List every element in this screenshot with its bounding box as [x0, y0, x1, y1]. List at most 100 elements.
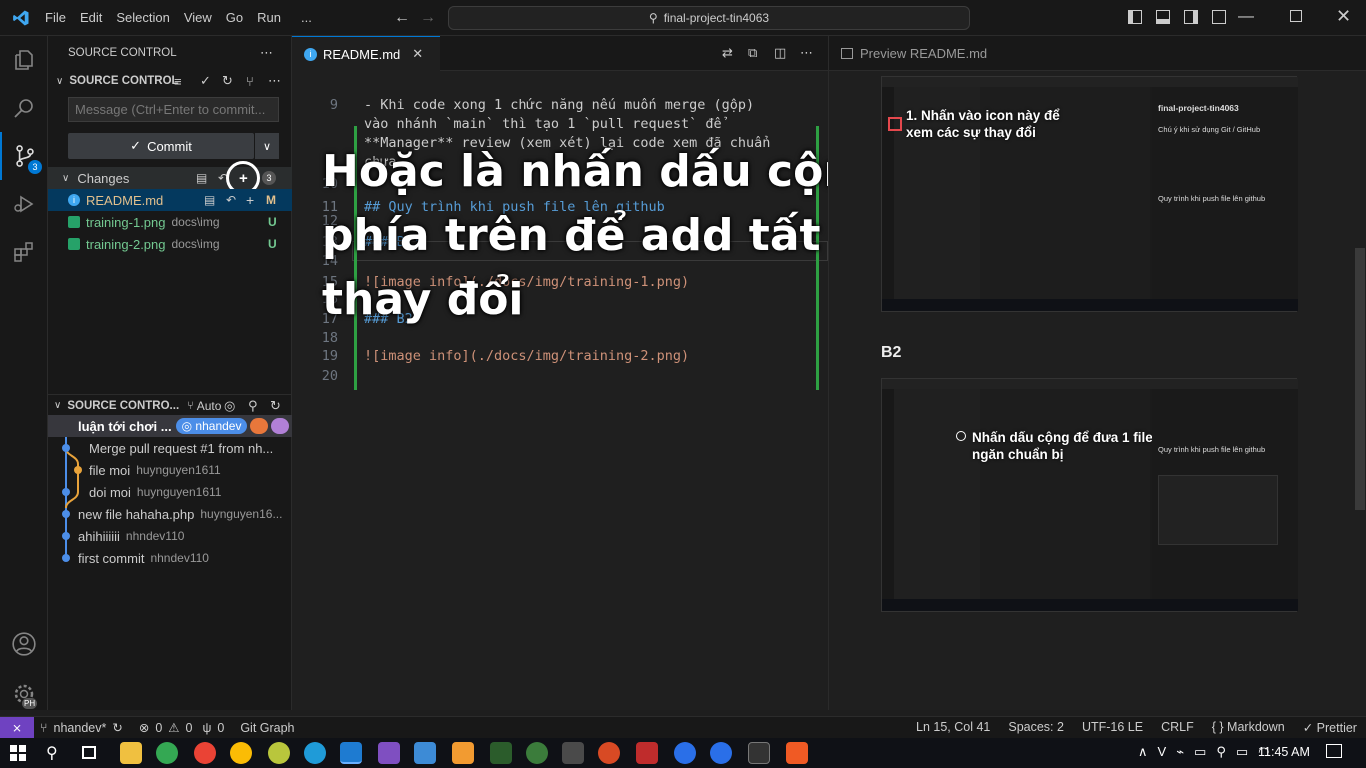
language-mode[interactable]: { } Markdown — [1212, 720, 1285, 735]
brave-icon[interactable] — [786, 742, 808, 764]
command-center-search[interactable]: ⚲ final-project-tin4063 — [448, 6, 970, 30]
open-file-icon[interactable]: ▤ — [204, 193, 215, 207]
view-as-list-icon[interactable]: ≡ — [174, 74, 182, 89]
source-control-section-title[interactable]: SOURCE CONTROL — [69, 75, 178, 87]
extensions-icon[interactable] — [0, 228, 48, 276]
chevron-down-icon[interactable]: ∨ — [54, 400, 61, 411]
code-line[interactable]: 19 ![image info](./docs/img/training-2.pn… — [292, 348, 828, 367]
tray-app-icon[interactable]: ▭ — [1194, 744, 1206, 760]
code-line[interactable]: 18 — [292, 330, 828, 349]
fetch-icon[interactable]: ⚲ — [248, 398, 258, 414]
cursor-position[interactable]: Ln 15, Col 41 — [916, 720, 990, 735]
maximize-button[interactable] — [1290, 10, 1302, 22]
battery-icon[interactable]: ▭ — [1236, 744, 1248, 760]
terminal-icon[interactable] — [748, 742, 770, 764]
discard-icon[interactable]: ↶ — [226, 193, 236, 207]
commit-row[interactable]: file moi huynguyen1611 — [48, 459, 292, 481]
split-editor-icon[interactable]: ◫ — [774, 45, 786, 61]
visual-studio-icon[interactable] — [378, 742, 400, 764]
target-icon[interactable]: ◎ — [224, 398, 235, 414]
warning-count[interactable]: 0 — [185, 721, 192, 735]
graph-auto-label[interactable]: Auto — [197, 399, 222, 413]
chrome-icon[interactable] — [156, 742, 178, 764]
chrome-canary-icon[interactable] — [268, 742, 290, 764]
more-actions-icon[interactable]: ⋯ — [800, 45, 813, 61]
minimize-button[interactable]: — — [1238, 8, 1254, 26]
clock[interactable]: 11:45 AM — [1258, 745, 1310, 759]
commit-message-input[interactable]: Message (Ctrl+Enter to commit... — [68, 97, 279, 122]
refresh-icon[interactable]: ↻ — [222, 73, 233, 89]
refresh-icon[interactable]: ↻ — [270, 398, 281, 414]
encoding[interactable]: UTF-16 LE — [1082, 720, 1143, 735]
chrome-icon[interactable] — [230, 742, 252, 764]
open-preview-icon[interactable]: ⧉ — [748, 45, 757, 61]
menu-more[interactable]: ... — [294, 0, 319, 36]
file-row-readme[interactable]: i README.md ▤ ↶ + M — [48, 189, 292, 211]
app-icon[interactable] — [526, 742, 548, 764]
code-line[interactable]: vào nhánh `main` thì tạo 1 `pull request… — [292, 116, 828, 135]
file-row-training-1[interactable]: training-1.png docs\img U — [48, 211, 292, 233]
commit-row[interactable]: new file hahaha.php huynguyen16... — [48, 503, 292, 525]
close-tab-icon[interactable]: ✕ — [412, 46, 423, 62]
app-icon[interactable] — [414, 742, 436, 764]
graph-section-title[interactable]: SOURCE CONTRO... — [67, 400, 179, 412]
error-count[interactable]: 0 — [155, 721, 162, 735]
tray-app-icon[interactable]: V — [1158, 744, 1167, 760]
sync-icon[interactable]: ↻ — [112, 720, 122, 735]
windows-start-icon[interactable] — [10, 745, 26, 761]
app-icon[interactable] — [562, 742, 584, 764]
menu-go[interactable]: Go — [219, 0, 250, 36]
notification-center-icon[interactable] — [1326, 744, 1342, 758]
commit-row[interactable]: first commit nhndev110 — [48, 547, 292, 569]
commit-check-icon[interactable]: ✓ — [200, 73, 211, 89]
code-line[interactable]: 20 — [292, 368, 828, 387]
manage-gear-icon[interactable]: PH — [0, 670, 48, 718]
search-icon[interactable]: ⚲ — [46, 743, 58, 763]
commit-row[interactable]: luận tới chơi ... ◎ nhandev — [48, 415, 292, 437]
commit-dropdown-button[interactable]: ∨ — [255, 133, 279, 159]
menu-edit[interactable]: Edit — [73, 0, 109, 36]
more-actions-icon[interactable]: ⋯ — [260, 45, 273, 61]
account-icon[interactable] — [0, 620, 48, 668]
forward-arrow-icon[interactable]: → — [420, 9, 436, 27]
branch-name[interactable]: nhandev* — [54, 721, 107, 735]
search-icon[interactable] — [0, 84, 48, 132]
menu-selection[interactable]: Selection — [109, 0, 176, 36]
remote-indicator[interactable]: ⨯ — [0, 717, 34, 739]
explorer-icon[interactable] — [0, 36, 48, 84]
code-line[interactable]: 9 - Khi code xong 1 chức năng nếu muốn me… — [292, 97, 828, 116]
commit-row[interactable]: ahihiiiiii nhndev110 — [48, 525, 292, 547]
zalo-icon[interactable] — [710, 742, 732, 764]
chevron-down-icon[interactable]: ∨ — [56, 76, 63, 87]
toggle-panel-icon[interactable] — [1156, 10, 1170, 24]
chrome-icon[interactable] — [194, 742, 216, 764]
close-button[interactable]: ✕ — [1336, 6, 1351, 27]
tray-app-icon[interactable]: ⌁ — [1176, 744, 1184, 760]
tray-app-icon[interactable]: ⚲ — [1216, 744, 1226, 760]
commit-row[interactable]: doi moi huynguyen1611 — [48, 481, 292, 503]
more-icon[interactable]: ⋯ — [268, 73, 281, 89]
vscode-icon[interactable] — [340, 742, 362, 764]
prettier-status[interactable]: ✓ Prettier — [1303, 720, 1357, 735]
stage-icon[interactable]: + — [246, 192, 254, 208]
tab-readme[interactable]: i README.md ✕ — [292, 36, 440, 71]
source-control-icon[interactable]: 3 — [0, 132, 48, 180]
file-explorer-icon[interactable] — [120, 742, 142, 764]
tray-chevron-icon[interactable]: ∧ — [1138, 744, 1148, 760]
toggle-secondary-sidebar-icon[interactable] — [1184, 10, 1198, 24]
task-view-icon[interactable] — [82, 746, 96, 759]
back-arrow-icon[interactable]: ← — [394, 9, 410, 27]
customize-layout-icon[interactable] — [1212, 10, 1226, 24]
preview-scrollbar[interactable] — [1355, 248, 1365, 510]
menu-run[interactable]: Run — [250, 0, 288, 36]
tab-preview[interactable]: Preview README.md — [829, 36, 1366, 71]
git-graph-button[interactable]: Git Graph — [240, 721, 294, 735]
app-icon[interactable] — [490, 742, 512, 764]
ports-count[interactable]: 0 — [217, 721, 224, 735]
file-row-training-2[interactable]: training-2.png docs\img U — [48, 233, 292, 255]
open-changes-icon[interactable]: ▤ — [196, 171, 207, 185]
sublime-icon[interactable] — [452, 742, 474, 764]
run-debug-icon[interactable] — [0, 180, 48, 228]
app-icon[interactable] — [598, 742, 620, 764]
compare-changes-icon[interactable]: ⇄ — [722, 45, 733, 61]
